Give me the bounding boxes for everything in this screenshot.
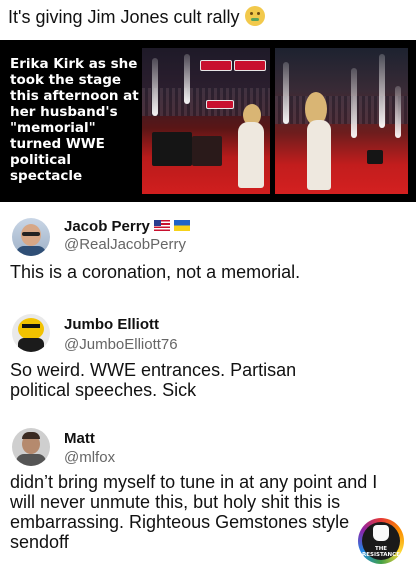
tweet-author-handle[interactable]: @JumboElliott76 [64, 336, 178, 353]
tweet-author-handle[interactable]: @RealJacobPerry [64, 236, 186, 253]
tweet-card[interactable]: Jumbo Elliott @JumboElliott76 So weird. … [0, 314, 416, 410]
stage-console [152, 132, 192, 166]
tweet-card[interactable]: Matt @mlfox didn’t bring myself to tune … [0, 426, 416, 566]
news-photo-left [142, 48, 270, 194]
raised-fist-icon [373, 525, 389, 541]
news-photo-right [275, 48, 408, 194]
us-flag-icon [153, 220, 170, 231]
tweet-text: This is a coronation, not a memorial. [10, 262, 301, 282]
stadium-sign [200, 60, 232, 71]
pyro-spark [283, 62, 289, 124]
badge-text: THE RESISTANCE [362, 546, 400, 558]
pyro-spark [152, 58, 158, 116]
avatar-helmet [18, 318, 44, 340]
avatar-shirt [16, 454, 46, 466]
avatar-shirt [16, 246, 46, 256]
news-headline: Erika Kirk as she took the stage this af… [10, 56, 139, 184]
avatar[interactable] [12, 428, 50, 466]
woman-figure [238, 122, 264, 188]
tweet-author-name[interactable]: Jumbo Elliott [64, 316, 159, 333]
stadium-sign [234, 60, 266, 71]
woman-figure [307, 120, 331, 190]
avatar-jersey [18, 338, 44, 352]
stadium-sign [206, 100, 234, 109]
tweet-author-name[interactable]: Matt [64, 430, 95, 447]
tweet-card[interactable]: Jacob Perry @RealJacobPerry This is a co… [0, 214, 416, 304]
resistance-badge: THE RESISTANCE [358, 518, 404, 564]
tweet-author-handle[interactable]: @mlfox [64, 449, 115, 466]
caption-text: It's giving Jim Jones cult rally [8, 7, 240, 27]
avatar[interactable] [12, 218, 50, 256]
author-name-text: Jacob Perry [64, 218, 150, 235]
post-caption: It's giving Jim Jones cult rally [8, 6, 265, 28]
pyro-spark [379, 54, 385, 128]
avatar-glasses [22, 232, 40, 236]
pyro-spark [351, 68, 357, 138]
crowd-decoration [275, 96, 408, 124]
tweet-text: didn’t bring myself to tune in at any po… [10, 472, 378, 552]
avatar-hair [22, 432, 40, 439]
pyro-spark [395, 86, 401, 138]
tweet-text: So weird. WWE entrances. Partisan politi… [10, 360, 297, 400]
news-card[interactable]: Erika Kirk as she took the stage this af… [0, 40, 416, 202]
tweet-author-name[interactable]: Jacob Perry [64, 218, 190, 235]
stage-console [192, 136, 222, 166]
avatar-facemask [22, 324, 40, 328]
pyro-spark [184, 54, 190, 104]
ukraine-flag-icon [173, 220, 190, 231]
avatar[interactable] [12, 314, 50, 352]
nauseated-face-icon [244, 6, 265, 26]
stage-speaker [367, 150, 383, 164]
